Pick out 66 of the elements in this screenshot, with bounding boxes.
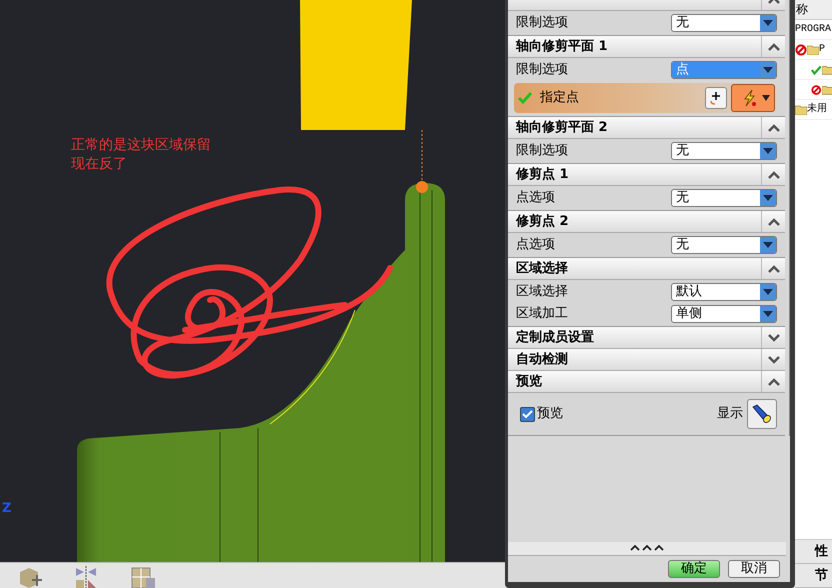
field-label: 点选项 [516, 236, 555, 254]
dropdown[interactable]: 单侧 [671, 305, 777, 323]
panel-label: 节 [795, 564, 832, 588]
cancel-button[interactable]: 取消 [728, 560, 780, 578]
show-result-button[interactable] [747, 399, 777, 429]
show-label: 显示 [717, 405, 743, 424]
panel-label: 性 [795, 540, 832, 564]
checkbox-label: 预览 [537, 405, 563, 424]
section-header[interactable]: 轴向修剪平面 2 [508, 117, 785, 139]
section-title: 自动检测 [516, 350, 568, 369]
section-header[interactable]: 定制成员设置 [508, 327, 785, 349]
column-header: 称 [795, 0, 832, 20]
tree-item[interactable]: 未用 [795, 100, 832, 120]
check-icon [522, 410, 533, 418]
section-title: 修剪点 2 [516, 212, 569, 231]
dropdown[interactable]: 无 [671, 236, 777, 254]
field-label: 限制选项 [516, 14, 568, 32]
flashlight-icon [751, 403, 773, 425]
collapse-icon[interactable] [766, 216, 780, 226]
point-dialog-button[interactable] [705, 87, 727, 109]
field-label: 限制选项 [516, 142, 568, 160]
more-options-icon[interactable] [629, 542, 665, 552]
collapse-icon[interactable] [766, 376, 780, 386]
collapse-icon[interactable] [766, 170, 780, 180]
folder-icon [807, 44, 819, 55]
field-label: 点选项 [516, 189, 555, 208]
point-marker [416, 181, 428, 193]
annotation-text: 正常的是这块区域保留 现在反了 [71, 136, 211, 174]
ok-button[interactable]: 确定 [668, 560, 720, 578]
tree-item[interactable]: PROGRA [795, 20, 832, 40]
tree-item[interactable]: P [795, 40, 832, 60]
section-header[interactable]: 修剪点 1 [508, 164, 785, 186]
section-header[interactable]: 修剪点 2 [508, 211, 785, 233]
field-label: 区域选择 [516, 283, 568, 302]
dropdown[interactable]: 无 [671, 189, 777, 207]
folder-icon [822, 64, 832, 75]
section-title: 轴向修剪平面 2 [516, 118, 608, 137]
expand-icon[interactable] [766, 332, 780, 342]
folder-icon [795, 104, 807, 115]
section-title: 区域选择 [516, 260, 568, 278]
collapse-icon[interactable] [766, 264, 780, 274]
expand-icon[interactable] [766, 354, 780, 364]
collapse-icon[interactable] [766, 42, 780, 52]
section-title: 轴向修剪平面 1 [516, 38, 608, 56]
dropdown[interactable]: 无 [671, 14, 777, 32]
field-label: 区域加工 [516, 305, 568, 324]
field-label: 限制选项 [516, 61, 568, 80]
section-header[interactable]: 预览 [508, 371, 785, 393]
section-header[interactable]: 轴向修剪平面 1 [508, 36, 785, 58]
section-header[interactable]: 自动检测 [508, 349, 785, 371]
inferred-point-button[interactable] [731, 84, 775, 112]
dropdown[interactable]: 无 [671, 142, 777, 160]
mirror-icon[interactable] [74, 566, 98, 588]
field-label: 指定点 [540, 89, 580, 108]
dropdown[interactable]: 默认 [671, 283, 777, 301]
layout-icon[interactable] [130, 566, 156, 588]
collapse-icon[interactable] [766, 122, 780, 132]
specify-point-row[interactable]: 指定点 [514, 83, 779, 113]
section-title: 定制成员设置 [516, 328, 594, 347]
section-header[interactable]: 区域选择 [508, 258, 785, 280]
caret-icon [762, 95, 770, 101]
preview-checkbox[interactable] [520, 406, 535, 422]
folder-icon [822, 84, 832, 95]
section-title: 预览 [516, 372, 542, 391]
section-title: 修剪点 1 [516, 166, 569, 184]
axis-label: Z [2, 500, 12, 518]
